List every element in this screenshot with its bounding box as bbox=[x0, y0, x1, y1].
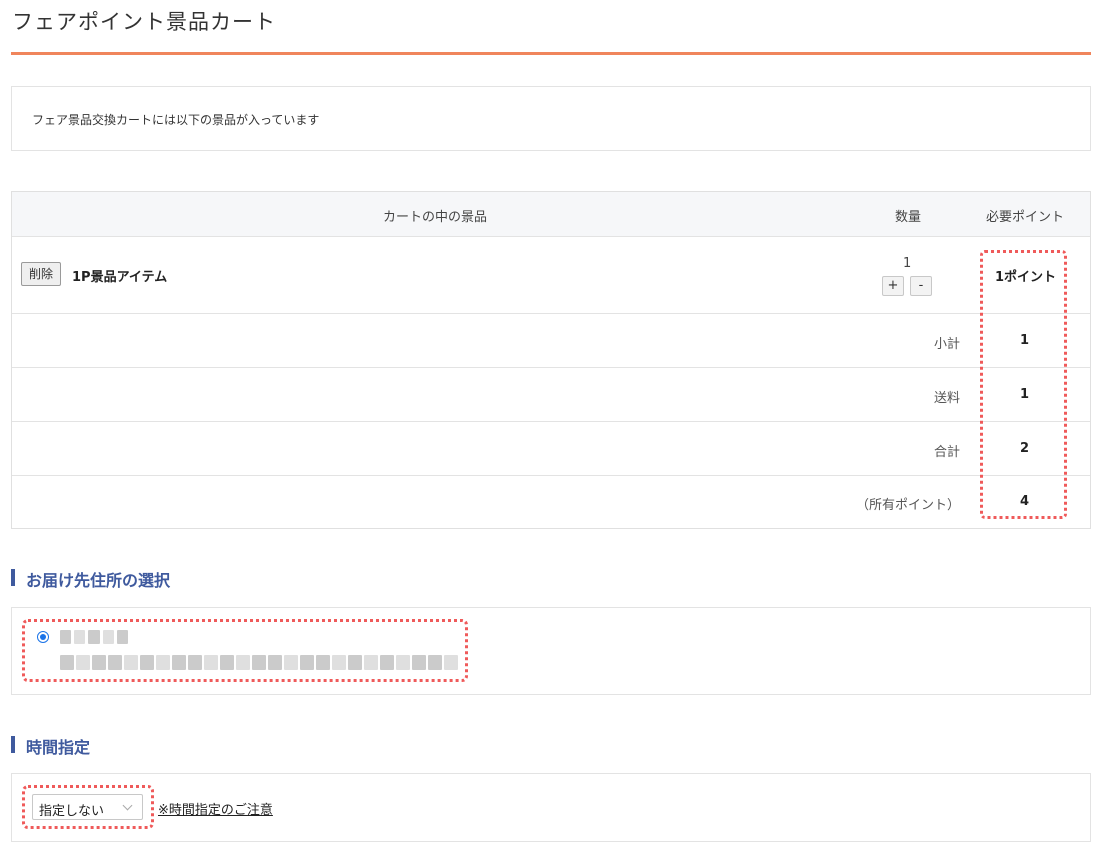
cart-table: カートの中の景品 数量 必要ポイント 削除 1P景品アイテム 1 + - 1ポイ… bbox=[11, 191, 1091, 529]
heading-accent-bar bbox=[11, 736, 15, 753]
total-row: 合計 2 bbox=[12, 422, 1090, 476]
page-header: フェアポイント景品カート bbox=[0, 0, 1100, 56]
heading-accent-bar bbox=[11, 569, 15, 586]
delivery-time-select[interactable]: 指定しない bbox=[32, 794, 143, 820]
points-column-highlight bbox=[980, 250, 1067, 519]
subtotal-row: 小計 1 bbox=[12, 314, 1090, 368]
header-divider bbox=[11, 52, 1091, 55]
time-notice-link[interactable]: ※時間指定のご注意 bbox=[158, 799, 273, 818]
address-highlight bbox=[22, 619, 468, 682]
subtotal-label: 小計 bbox=[933, 337, 960, 352]
quantity-decrease-button[interactable]: - bbox=[910, 276, 932, 296]
time-section-title: 時間指定 bbox=[26, 738, 91, 757]
chevron-down-icon bbox=[122, 800, 133, 811]
shipping-row: 送料 1 bbox=[12, 368, 1090, 422]
quantity-increase-button[interactable]: + bbox=[882, 276, 904, 296]
cart-notice-text: フェア景品交換カートには以下の景品が入っています bbox=[32, 113, 320, 127]
column-header-item: カートの中の景品 bbox=[383, 210, 488, 225]
owned-points-row: （所有ポイント） 4 bbox=[12, 476, 1090, 528]
column-header-points: 必要ポイント bbox=[986, 210, 1065, 225]
item-name: 1P景品アイテム bbox=[72, 270, 168, 285]
quantity-value: 1 bbox=[903, 256, 912, 271]
shipping-label: 送料 bbox=[933, 391, 960, 406]
delivery-time-selected: 指定しない bbox=[39, 804, 105, 819]
column-header-quantity: 数量 bbox=[895, 210, 922, 225]
radio-selected-dot bbox=[40, 634, 46, 640]
cart-notice: フェア景品交換カートには以下の景品が入っています bbox=[11, 86, 1091, 151]
address-detail-blurred bbox=[60, 655, 458, 670]
cart-table-header: カートの中の景品 数量 必要ポイント bbox=[12, 192, 1090, 237]
owned-points-label: （所有ポイント） bbox=[855, 498, 960, 513]
page-title: フェアポイント景品カート bbox=[12, 10, 276, 34]
cart-item-row: 削除 1P景品アイテム 1 + - 1ポイント bbox=[12, 237, 1090, 314]
address-recipient-blurred bbox=[60, 630, 129, 644]
address-radio[interactable] bbox=[37, 631, 49, 643]
delete-item-button[interactable]: 削除 bbox=[21, 262, 62, 286]
address-section-title: お届け先住所の選択 bbox=[26, 571, 171, 590]
total-label: 合計 bbox=[933, 445, 960, 460]
